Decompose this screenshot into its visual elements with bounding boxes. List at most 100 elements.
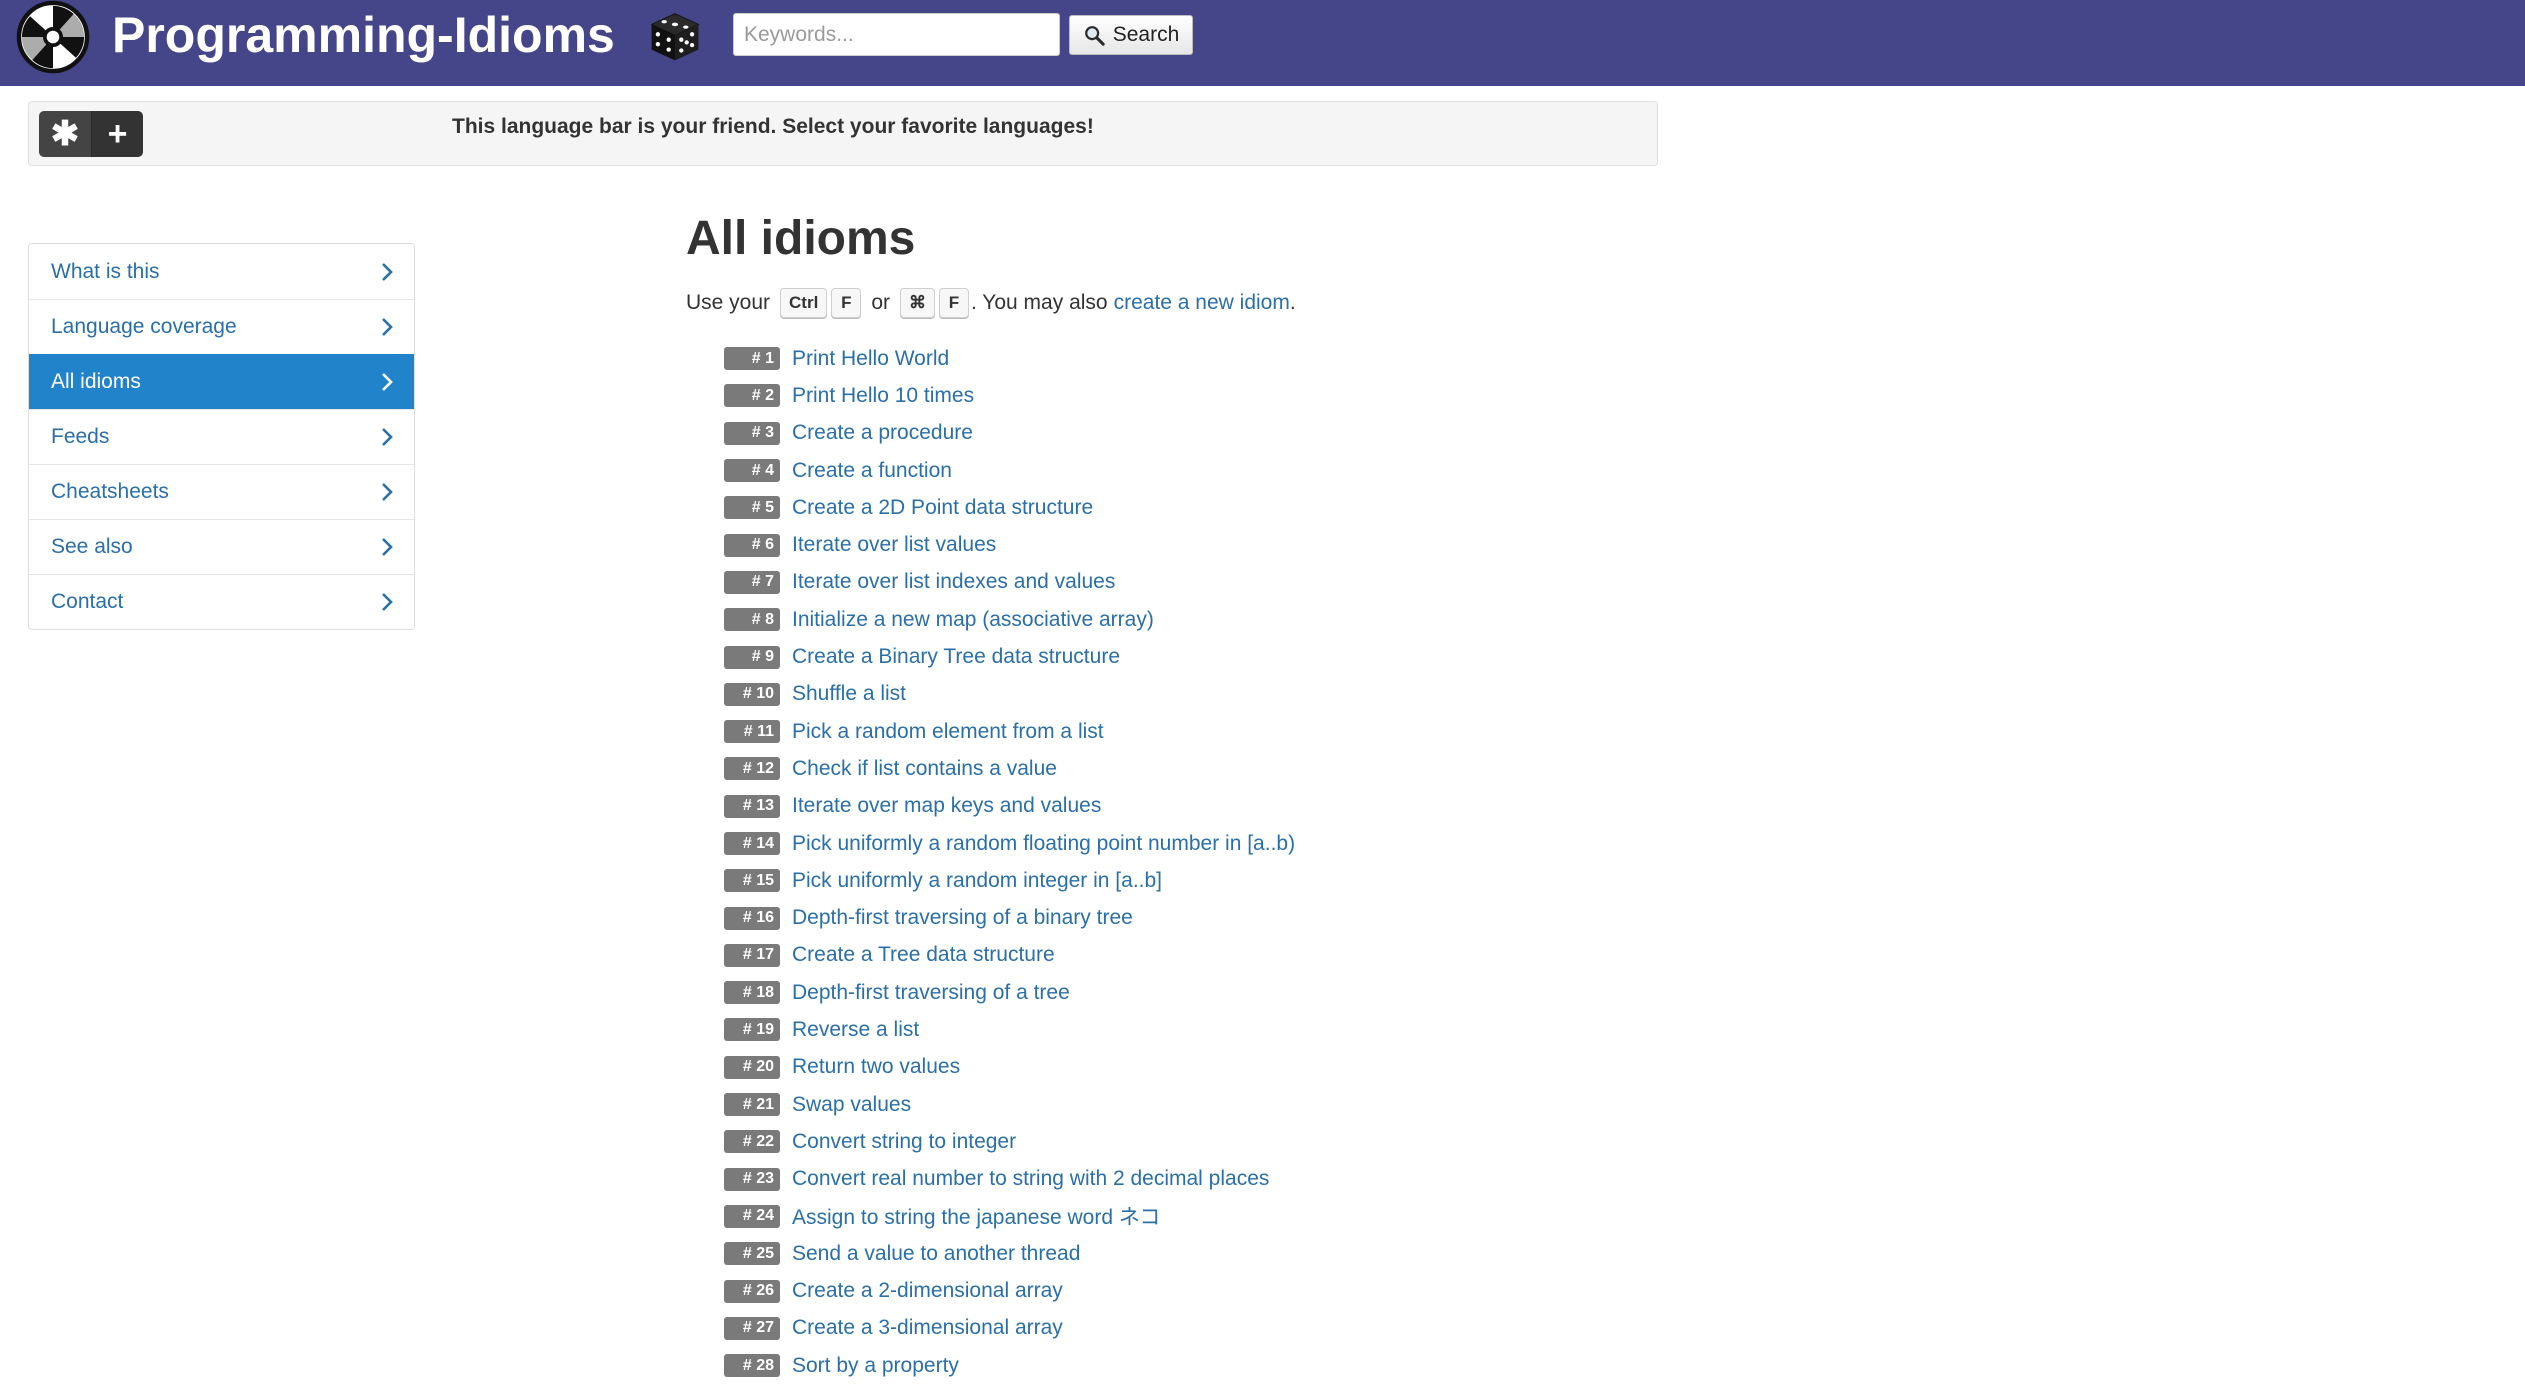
f-key: F [831, 288, 862, 318]
idiom-link[interactable]: Depth-first traversing of a tree [792, 981, 1070, 1005]
idiom-link[interactable]: Convert string to integer [792, 1130, 1016, 1154]
idiom-list-item: # 21 Swap values [724, 1086, 1295, 1123]
idiom-number-badge: # 20 [724, 1055, 780, 1079]
idiom-list-item: # 6 Iterate over list values [724, 526, 1295, 563]
idiom-link[interactable]: Convert real number to string with 2 dec… [792, 1167, 1269, 1191]
site-title[interactable]: Programming-Idioms [112, 6, 615, 64]
idiom-number-badge: # 13 [724, 794, 780, 818]
chevron-right-icon [382, 318, 393, 336]
search-button[interactable]: Search [1069, 15, 1193, 55]
sidebar-item-what-is-this[interactable]: What is this [29, 244, 414, 299]
idiom-list-item: # 22 Convert string to integer [724, 1123, 1295, 1160]
sidebar-item-cheatsheets[interactable]: Cheatsheets [29, 464, 414, 519]
idiom-link[interactable]: Pick uniformly a random integer in [a..b… [792, 869, 1162, 893]
sidebar-item-label: All idioms [51, 370, 141, 393]
idiom-number-badge: # 10 [724, 682, 780, 706]
idiom-link[interactable]: Print Hello 10 times [792, 384, 974, 408]
add-language-button[interactable]: + [91, 111, 143, 157]
idiom-link[interactable]: Create a Binary Tree data structure [792, 645, 1120, 669]
chevron-right-icon [382, 593, 393, 611]
idiom-number-badge: # 2 [724, 384, 780, 408]
hint-prefix: Use your [686, 291, 771, 314]
idiom-link[interactable]: Initialize a new map (associative array) [792, 608, 1154, 632]
idiom-link[interactable]: Assign to string the japanese word ネコ [792, 1201, 1160, 1231]
sidebar-item-label: See also [51, 535, 133, 558]
sidebar-item-feeds[interactable]: Feeds [29, 409, 414, 464]
idiom-number-badge: # 5 [724, 496, 780, 520]
idiom-link[interactable]: Depth-first traversing of a binary tree [792, 906, 1133, 930]
idiom-list-item: # 20 Return two values [724, 1049, 1295, 1086]
idiom-list-item: # 26 Create a 2-dimensional array [724, 1272, 1295, 1309]
create-idiom-link[interactable]: create a new idiom [1114, 291, 1290, 315]
idiom-list-item: # 1 Print Hello World [724, 340, 1295, 377]
sidebar-item-contact[interactable]: Contact [29, 574, 414, 629]
idiom-list-item: # 13 Iterate over map keys and values [724, 788, 1295, 825]
chevron-right-icon [382, 483, 393, 501]
hint-suffix: . [1289, 291, 1296, 314]
idiom-link[interactable]: Create a 2D Point data structure [792, 496, 1093, 520]
idiom-number-badge: # 6 [724, 533, 780, 557]
idiom-link[interactable]: Sort by a property [792, 1354, 959, 1378]
sidebar-item-language-coverage[interactable]: Language coverage [29, 299, 414, 354]
sidebar-item-see-also[interactable]: See also [29, 519, 414, 574]
idiom-number-badge: # 18 [724, 981, 780, 1005]
idiom-link[interactable]: Create a procedure [792, 421, 973, 445]
logo-icon[interactable] [16, 0, 90, 74]
dice-icon[interactable] [648, 10, 702, 64]
idiom-link[interactable]: Pick uniformly a random floating point n… [792, 832, 1295, 856]
idiom-list-item: # 9 Create a Binary Tree data structure [724, 638, 1295, 675]
sidebar-item-all-idioms[interactable]: All idioms [29, 354, 414, 409]
idiom-list-item: # 4 Create a function [724, 452, 1295, 489]
idiom-link[interactable]: Shuffle a list [792, 682, 906, 706]
sidebar-item-label: Contact [51, 590, 124, 613]
idiom-number-badge: # 12 [724, 757, 780, 781]
idiom-link[interactable]: Create a 2-dimensional array [792, 1279, 1063, 1303]
idiom-number-badge: # 8 [724, 608, 780, 632]
idiom-number-badge: # 17 [724, 943, 780, 967]
idiom-number-badge: # 26 [724, 1279, 780, 1303]
magnifier-icon [1084, 26, 1105, 46]
idiom-link[interactable]: Check if list contains a value [792, 757, 1057, 781]
idiom-number-badge: # 24 [724, 1204, 780, 1228]
idiom-list-item: # 14 Pick uniformly a random floating poi… [724, 825, 1295, 862]
search-input[interactable] [733, 13, 1060, 56]
idiom-link[interactable]: Iterate over list values [792, 533, 996, 557]
idiom-list-item: # 16 Depth-first traversing of a binary t… [724, 899, 1295, 936]
idiom-link[interactable]: Pick a random element from a list [792, 720, 1104, 744]
chevron-right-icon [382, 428, 393, 446]
idiom-number-badge: # 4 [724, 459, 780, 483]
top-navbar: Programming-Idioms Search [0, 0, 2525, 86]
all-languages-button[interactable]: ✱ [39, 111, 91, 157]
idiom-number-badge: # 25 [724, 1242, 780, 1266]
ctrl-key: Ctrl [780, 288, 828, 318]
idiom-link[interactable]: Reverse a list [792, 1018, 919, 1042]
idiom-list-item: # 23 Convert real number to string with 2… [724, 1161, 1295, 1198]
idiom-link[interactable]: Return two values [792, 1055, 960, 1079]
idiom-link[interactable]: Create a 3-dimensional array [792, 1316, 1063, 1340]
idiom-number-badge: # 21 [724, 1093, 780, 1117]
idiom-list-item: # 5 Create a 2D Point data structure [724, 489, 1295, 526]
idiom-list-item: # 27 Create a 3-dimensional array [724, 1310, 1295, 1347]
language-bar-message: This language bar is your friend. Select… [452, 115, 1094, 138]
hint-middle: . You may also [971, 291, 1108, 314]
idiom-number-badge: # 7 [724, 570, 780, 594]
idiom-list-item: # 15 Pick uniformly a random integer in [… [724, 862, 1295, 899]
idiom-list-item: # 10 Shuffle a list [724, 676, 1295, 713]
idiom-link[interactable]: Swap values [792, 1093, 911, 1117]
language-bar: ✱ + This language bar is your friend. Se… [28, 101, 1658, 166]
idiom-number-badge: # 11 [724, 720, 780, 744]
idiom-link[interactable]: Iterate over map keys and values [792, 794, 1101, 818]
sidebar-item-label: What is this [51, 259, 160, 283]
idiom-link[interactable]: Create a Tree data structure [792, 943, 1055, 967]
idiom-number-badge: # 1 [724, 347, 780, 371]
idiom-link[interactable]: Send a value to another thread [792, 1242, 1080, 1266]
idiom-list-item: # 2 Print Hello 10 times [724, 377, 1295, 414]
idiom-list-item: # 18 Depth-first traversing of a tree [724, 974, 1295, 1011]
chevron-right-icon [382, 538, 393, 556]
idiom-link[interactable]: Print Hello World [792, 347, 949, 371]
idiom-list-item: # 17 Create a Tree data structure [724, 937, 1295, 974]
chevron-right-icon [382, 262, 393, 281]
idiom-number-badge: # 3 [724, 421, 780, 445]
idiom-link[interactable]: Iterate over list indexes and values [792, 570, 1115, 594]
idiom-link[interactable]: Create a function [792, 459, 952, 483]
